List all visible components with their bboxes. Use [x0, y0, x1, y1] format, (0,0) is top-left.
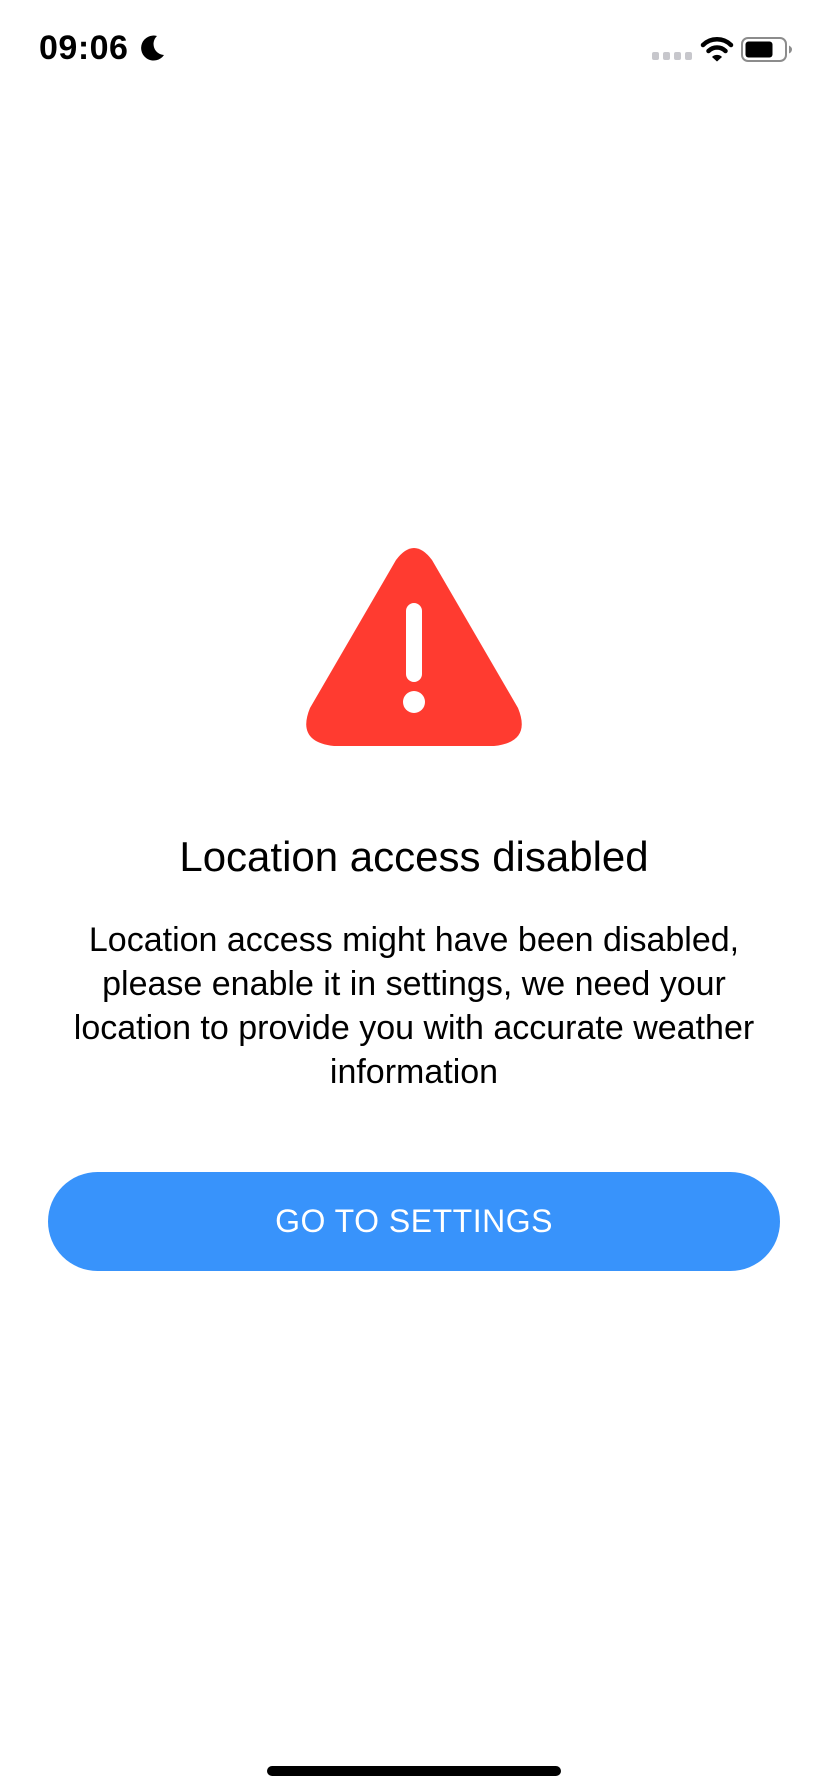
status-time: 09:06 [39, 29, 129, 67]
go-to-settings-button[interactable]: GO TO SETTINGS [48, 1172, 780, 1271]
signal-icon [652, 52, 692, 60]
battery-icon [741, 37, 792, 62]
status-bar: 09:06 [0, 0, 828, 100]
warning-triangle-icon [306, 548, 522, 746]
page-message: Location access might have been disabled… [73, 921, 755, 1091]
page-title: Location access disabled [179, 833, 649, 881]
wifi-icon [700, 37, 734, 62]
moon-icon [141, 35, 164, 61]
home-indicator [267, 1766, 561, 1776]
